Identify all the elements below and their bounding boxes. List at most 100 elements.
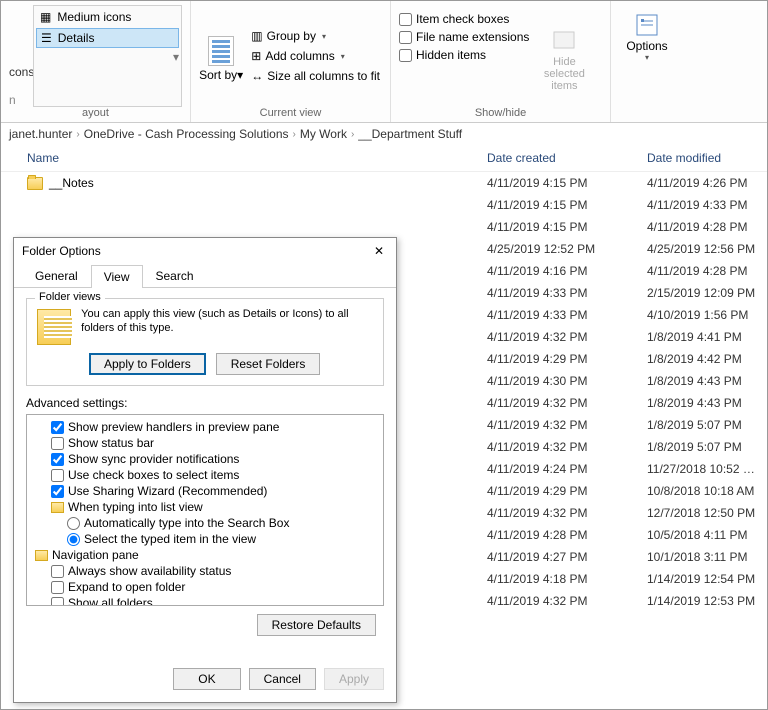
hidden-items-toggle[interactable]: Hidden items: [399, 47, 529, 63]
date-created: 4/11/2019 4:32 PM: [487, 506, 647, 520]
table-row[interactable]: 4/11/2019 4:15 PM4/11/2019 4:33 PM: [27, 194, 767, 216]
column-headers[interactable]: Name Date created Date modified: [1, 145, 767, 172]
opt-sharing[interactable]: Use Sharing Wizard (Recommended): [29, 483, 381, 499]
opt-preview[interactable]: Show preview handlers in preview pane: [29, 419, 381, 435]
date-modified: 1/8/2019 4:43 PM: [647, 396, 767, 410]
item-checkboxes-toggle[interactable]: Item check boxes: [399, 11, 529, 27]
cancel-button[interactable]: Cancel: [249, 668, 316, 690]
date-created: 4/11/2019 4:30 PM: [487, 374, 647, 388]
size-all-button[interactable]: ↔Size all columns to fit: [249, 67, 382, 85]
hide-selected-button: Hide selected items: [535, 5, 593, 107]
hide-icon: [550, 26, 578, 54]
group-by-button[interactable]: ▥Group by▾: [249, 27, 382, 45]
dialog-titlebar[interactable]: Folder Options ✕: [14, 238, 396, 264]
table-row[interactable]: __Notes 4/11/2019 4:15 PM4/11/2019 4:26 P…: [27, 172, 767, 194]
folder-icon: [51, 502, 64, 513]
options-button[interactable]: Options ▾: [619, 5, 675, 62]
dialog-title: Folder Options: [22, 244, 101, 258]
opt-expand[interactable]: Expand to open folder: [29, 579, 381, 595]
date-modified: 1/8/2019 5:07 PM: [647, 418, 767, 432]
date-modified: 2/15/2019 12:09 PM: [647, 286, 767, 300]
opt-sync[interactable]: Show sync provider notifications: [29, 451, 381, 467]
grid-icon: ▦: [40, 10, 51, 24]
date-created: 4/11/2019 4:24 PM: [487, 462, 647, 476]
date-modified: 1/8/2019 4:41 PM: [647, 330, 767, 344]
ok-button[interactable]: OK: [173, 668, 240, 690]
folder-views-label: Folder views: [35, 291, 105, 303]
date-created: 4/11/2019 4:32 PM: [487, 594, 647, 608]
date-created: 4/11/2019 4:18 PM: [487, 572, 647, 586]
crumb-onedrive[interactable]: OneDrive - Cash Processing Solutions: [84, 127, 289, 141]
col-name[interactable]: Name: [27, 151, 487, 165]
date-modified: 11/27/2018 10:52 …: [647, 462, 767, 476]
crumb-mywork[interactable]: My Work: [300, 127, 347, 141]
apply-to-folders-button[interactable]: Apply to Folders: [89, 353, 206, 375]
date-modified: 4/10/2019 1:56 PM: [647, 308, 767, 322]
date-created: 4/11/2019 4:15 PM: [487, 220, 647, 234]
date-modified: 4/11/2019 4:28 PM: [647, 264, 767, 278]
tab-general[interactable]: General: [22, 264, 91, 287]
date-modified: 4/11/2019 4:33 PM: [647, 198, 767, 212]
col-date-created[interactable]: Date created: [487, 151, 647, 165]
advanced-settings-list[interactable]: Show preview handlers in preview pane Sh…: [26, 414, 384, 606]
breadcrumb[interactable]: janet.hunter› OneDrive - Cash Processing…: [1, 123, 767, 145]
opt-availability[interactable]: Always show availability status: [29, 563, 381, 579]
date-modified: 1/14/2019 12:53 PM: [647, 594, 767, 608]
folder-views-text: You can apply this view (such as Details…: [81, 307, 373, 336]
sort-by-button[interactable]: Sort by▾: [199, 5, 243, 107]
date-created: 4/11/2019 4:15 PM: [487, 198, 647, 212]
dialog-tabs: General View Search: [14, 264, 396, 288]
tab-view[interactable]: View: [91, 265, 143, 288]
folder-views-icon: [37, 309, 71, 345]
date-modified: 10/5/2018 4:11 PM: [647, 528, 767, 542]
col-date-modified[interactable]: Date modified: [647, 151, 767, 165]
opt-auto-search[interactable]: Automatically type into the Search Box: [29, 515, 381, 531]
crumb-dept[interactable]: __Department Stuff: [358, 127, 462, 141]
opt-checkboxes[interactable]: Use check boxes to select items: [29, 467, 381, 483]
crumb-user[interactable]: janet.hunter: [9, 127, 72, 141]
folder-options-dialog: Folder Options ✕ General View Search Fol…: [13, 237, 397, 703]
file-name: __Notes: [49, 176, 94, 190]
layout-group-label: ayout: [9, 107, 182, 122]
folder-icon: [27, 177, 43, 190]
date-created: 4/11/2019 4:32 PM: [487, 418, 647, 432]
date-created: 4/11/2019 4:15 PM: [487, 176, 647, 190]
date-created: 4/11/2019 4:28 PM: [487, 528, 647, 542]
apply-button[interactable]: Apply: [324, 668, 384, 690]
list-icon: ☰: [41, 31, 52, 45]
date-created: 4/11/2019 4:16 PM: [487, 264, 647, 278]
opt-select-typed[interactable]: Select the typed item in the view: [29, 531, 381, 547]
view-details[interactable]: ☰ Details: [36, 28, 179, 48]
file-ext-toggle[interactable]: File name extensions: [399, 29, 529, 45]
date-modified: 12/7/2018 12:50 PM: [647, 506, 767, 520]
tab-search[interactable]: Search: [143, 264, 207, 287]
view-scroll-down[interactable]: ▾: [36, 50, 179, 64]
view-medium-icons[interactable]: ▦ Medium icons: [36, 8, 179, 26]
ribbon: cons n ▦ Medium icons ☰ Details ▾ ayout …: [1, 1, 767, 123]
folder-views-group: Folder views You can apply this view (su…: [26, 298, 384, 386]
restore-defaults-button[interactable]: Restore Defaults: [257, 614, 376, 636]
date-modified: 1/8/2019 4:43 PM: [647, 374, 767, 388]
sort-icon: [208, 36, 234, 66]
table-row[interactable]: 4/11/2019 4:15 PM4/11/2019 4:28 PM: [27, 216, 767, 238]
date-created: 4/11/2019 4:29 PM: [487, 352, 647, 366]
opt-statusbar[interactable]: Show status bar: [29, 435, 381, 451]
date-modified: 4/25/2019 12:56 PM: [647, 242, 767, 256]
close-icon[interactable]: ✕: [370, 244, 388, 258]
date-created: 4/11/2019 4:32 PM: [487, 330, 647, 344]
add-columns-button[interactable]: ⊞Add columns▾: [249, 47, 382, 65]
date-modified: 10/1/2018 3:11 PM: [647, 550, 767, 564]
folder-icon: [35, 550, 48, 561]
date-created: 4/11/2019 4:29 PM: [487, 484, 647, 498]
reset-folders-button[interactable]: Reset Folders: [216, 353, 321, 375]
advanced-settings-label: Advanced settings:: [26, 396, 384, 410]
date-created: 4/11/2019 4:32 PM: [487, 440, 647, 454]
date-created: 4/11/2019 4:33 PM: [487, 308, 647, 322]
show-hide-label: Show/hide: [399, 107, 602, 122]
opt-navpane-group: Navigation pane: [29, 547, 381, 563]
icons-label-fragment: cons: [9, 65, 27, 79]
date-modified: 4/11/2019 4:26 PM: [647, 176, 767, 190]
opt-showall[interactable]: Show all folders: [29, 595, 381, 606]
date-created: 4/11/2019 4:27 PM: [487, 550, 647, 564]
layout-view-list[interactable]: ▦ Medium icons ☰ Details ▾: [33, 5, 182, 107]
